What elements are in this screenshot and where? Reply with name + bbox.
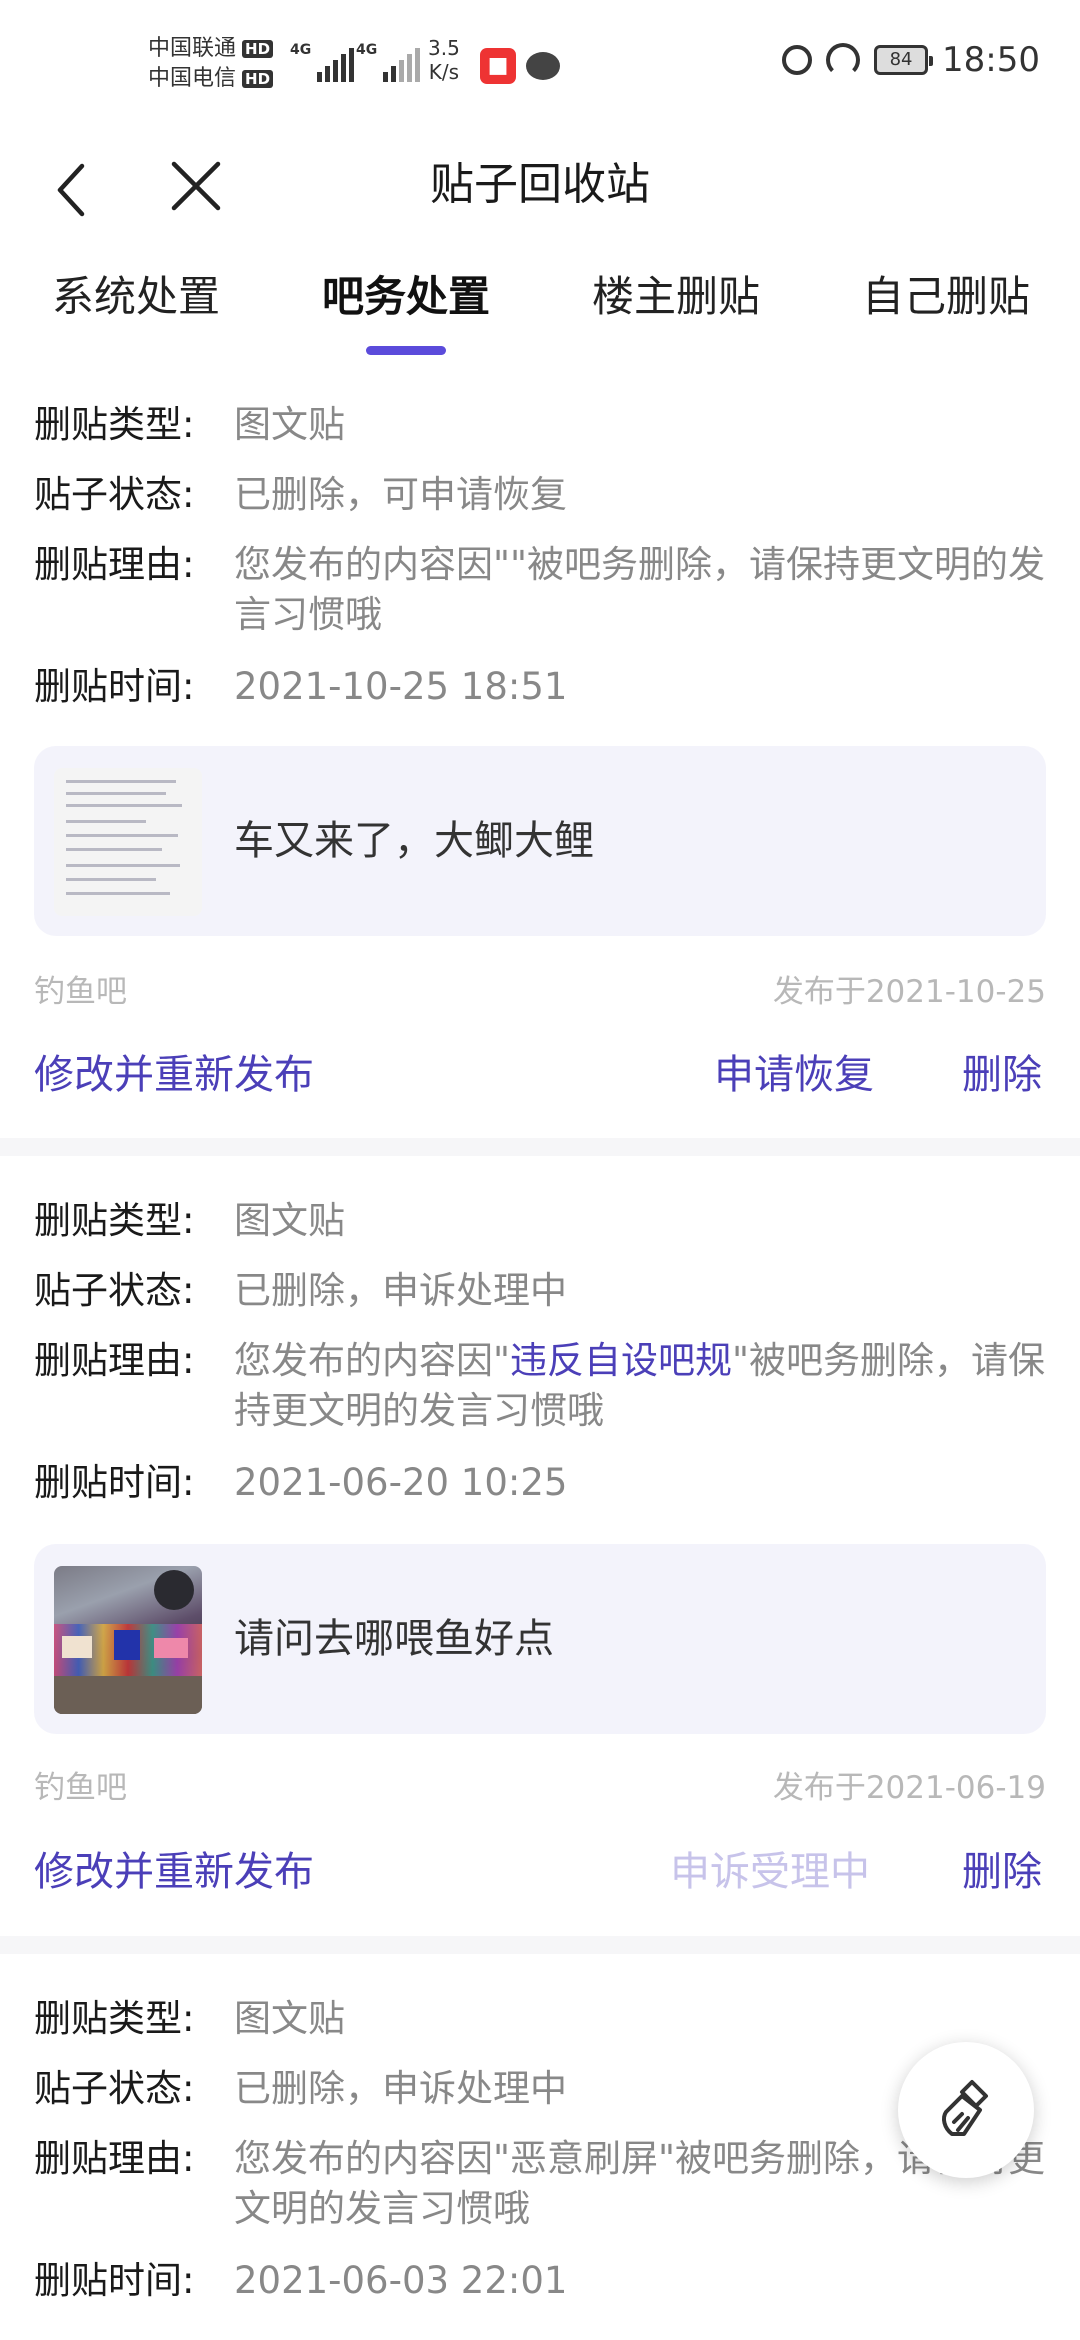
label-reason: 删贴理由: [34,2137,195,2180]
field-type: 删贴类型: 图文贴 [34,1994,1054,2044]
request-restore-button[interactable]: 申请恢复 [714,1035,874,1115]
field-reason: 删贴理由: 您发布的内容因"恶意刷屏"被吧务删除，请保持更文明的发言习惯哦 [34,2134,1054,2234]
reason-rule-link[interactable]: 违反自设吧规 [510,1339,732,1382]
label-status: 贴子状态: [34,1269,195,1312]
field-time: 删贴时间: 2021-06-20 10:25 [34,1458,1054,1508]
value-reason: 您发布的内容因"违反自设吧规"被吧务删除，请保持更文明的发言习惯哦 [234,1336,1054,1436]
network-type-1: 4G [290,42,312,58]
label-status: 贴子状态: [34,2067,195,2110]
status-bar: 中国联通 HD 中国电信 HD 4G 4G 3.5 K/s ■ 84 18:50 [0,0,1080,130]
divider [0,1138,1080,1156]
page-title: 贴子回收站 [430,159,650,210]
speed-value: 3.5 [428,36,460,60]
post-meta: 钓鱼吧 发布于2021-06-19 [34,1762,1046,1807]
battery-level: 84 [889,49,913,70]
header: 贴子回收站 [0,130,1080,240]
battery-icon: 84 [874,45,934,75]
value-reason: 您发布的内容因""被吧务删除，请保持更文明的发言习惯哦 [234,540,1054,640]
signal-icon-2: 4G [356,42,421,82]
post-preview[interactable]: 请问去哪喂鱼好点 [34,1544,1046,1734]
deleted-post-card: 删贴类型: 图文贴 贴子状态: 已删除，可申请恢复 删贴理由: 您发布的内容因"… [0,390,1080,1130]
tab-indicator [366,346,446,355]
post-thumbnail [54,1566,202,1714]
card-actions: 修改并重新发布 申请恢复 删除 [34,1035,1046,1115]
value-time: 2021-10-25 18:51 [234,665,568,708]
network-type-2: 4G [356,42,378,58]
value-type: 图文贴 [234,1997,345,2040]
deleted-post-card: 删贴类型: 图文贴 贴子状态: 已删除，申诉处理中 删贴理由: 您发布的内容因"… [0,1986,1080,2340]
clean-up-button[interactable] [898,2042,1034,2178]
value-type: 图文贴 [234,1199,345,1242]
forum-name: 钓鱼吧 [34,1770,127,1806]
card-actions: 修改并重新发布 申诉受理中 删除 [34,1832,1046,1912]
tab-system[interactable]: 系统处置 [16,262,256,332]
clock: 18:50 [942,40,1040,80]
field-time: 删贴时间: 2021-10-25 18:51 [34,662,1054,712]
edit-republish-button[interactable]: 修改并重新发布 [34,1035,314,1115]
label-type: 删贴类型: [34,1997,195,2040]
label-type: 删贴类型: [34,1199,195,1242]
signal-icon-1: 4G [290,42,355,82]
value-status: 已删除，申诉处理中 [234,1269,567,1312]
divider [0,1936,1080,1954]
reason-prefix: 您发布的内容因" [234,1339,511,1382]
post-preview[interactable]: 车又来了，大鲫大鲤 [34,746,1046,936]
forum-name: 钓鱼吧 [34,974,127,1010]
tab-owner-delete[interactable]: 楼主删贴 [556,262,796,332]
appeal-pending-button: 申诉受理中 [670,1849,870,1895]
value-time: 2021-06-20 10:25 [234,1461,568,1504]
field-time: 删贴时间: 2021-06-03 22:01 [34,2256,1054,2306]
label-time: 删贴时间: [34,1461,195,1504]
edit-republish-button[interactable]: 修改并重新发布 [34,1832,314,1912]
field-type: 删贴类型: 图文贴 [34,1196,1054,1246]
tab-bar: 系统处置 吧务处置 楼主删贴 自己删贴 [0,250,1080,360]
speedometer-icon [826,43,861,77]
publish-date: 发布于2021-10-25 [772,974,1046,1010]
label-status: 贴子状态: [34,473,195,516]
value-time: 2021-06-03 22:01 [234,2259,568,2302]
message-icon [526,52,560,80]
label-reason: 删贴理由: [34,543,195,586]
hd-badge-2: HD [242,70,274,88]
field-reason: 删贴理由: 您发布的内容因""被吧务删除，请保持更文明的发言习惯哦 [34,540,1054,640]
label-time: 删贴时间: [34,2259,195,2302]
field-status: 贴子状态: 已删除，可申请恢复 [34,470,1054,520]
value-status: 已删除，可申请恢复 [234,473,567,516]
alarm-icon [782,45,813,75]
status-right: 84 18:50 [782,40,1040,80]
field-type: 删贴类型: 图文贴 [34,400,1054,450]
carrier-info: 中国联通 HD 中国电信 HD [148,34,274,94]
label-reason: 删贴理由: [34,1339,195,1382]
publish-date: 发布于2021-06-19 [772,1770,1046,1806]
deleted-post-card: 删贴类型: 图文贴 贴子状态: 已删除，申诉处理中 删贴理由: 您发布的内容因"… [0,1188,1080,1928]
post-thumbnail [54,768,202,916]
hd-badge-1: HD [242,40,274,58]
value-type: 图文贴 [234,403,345,446]
label-type: 删贴类型: [34,403,195,446]
reason-text: 您发布的内容因""被吧务删除，请保持更文明的发言习惯哦 [234,543,1046,636]
label-time: 删贴时间: [34,665,195,708]
delete-button[interactable]: 删除 [962,1832,1042,1912]
post-title: 车又来了，大鲫大鲤 [234,818,594,864]
carrier-1: 中国联通 [148,36,237,61]
app-notification-icon: ■ [480,48,516,84]
field-reason: 删贴理由: 您发布的内容因"违反自设吧规"被吧务删除，请保持更文明的发言习惯哦 [34,1336,1054,1436]
broom-icon [942,2080,988,2136]
delete-button[interactable]: 删除 [962,1035,1042,1115]
network-speed: 3.5 K/s [428,36,460,84]
post-meta: 钓鱼吧 发布于2021-10-25 [34,966,1046,1011]
field-status: 贴子状态: 已删除，申诉处理中 [34,1266,1054,1316]
tab-moderator[interactable]: 吧务处置 [286,262,526,332]
carrier-2: 中国电信 [148,66,237,91]
tab-self-delete[interactable]: 自己删贴 [826,262,1066,332]
post-title: 请问去哪喂鱼好点 [234,1616,554,1662]
speed-unit: K/s [428,60,460,84]
